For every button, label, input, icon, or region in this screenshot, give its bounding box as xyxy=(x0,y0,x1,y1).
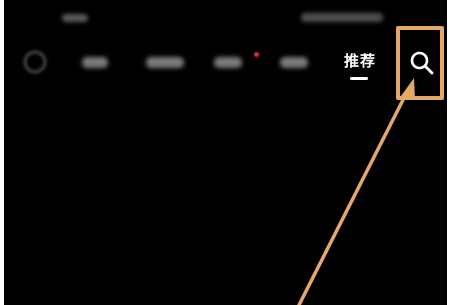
tab-blurred-4[interactable] xyxy=(280,57,308,68)
tab-blurred-1[interactable] xyxy=(82,57,108,68)
nav-add-button[interactable] xyxy=(24,51,46,73)
tab-blurred-2[interactable] xyxy=(146,57,184,68)
app-screen: 推荐 xyxy=(4,0,447,305)
annotation-highlight-box xyxy=(396,26,444,100)
tab-blurred-3[interactable] xyxy=(214,57,242,68)
tab-recommend[interactable]: 推荐 xyxy=(344,50,376,71)
status-icons-blurred xyxy=(301,13,383,22)
status-time-blurred xyxy=(62,14,88,22)
status-bar xyxy=(4,0,447,34)
top-nav-tabs: 推荐 xyxy=(4,42,447,92)
notification-dot xyxy=(254,52,259,57)
active-tab-indicator xyxy=(350,77,368,80)
